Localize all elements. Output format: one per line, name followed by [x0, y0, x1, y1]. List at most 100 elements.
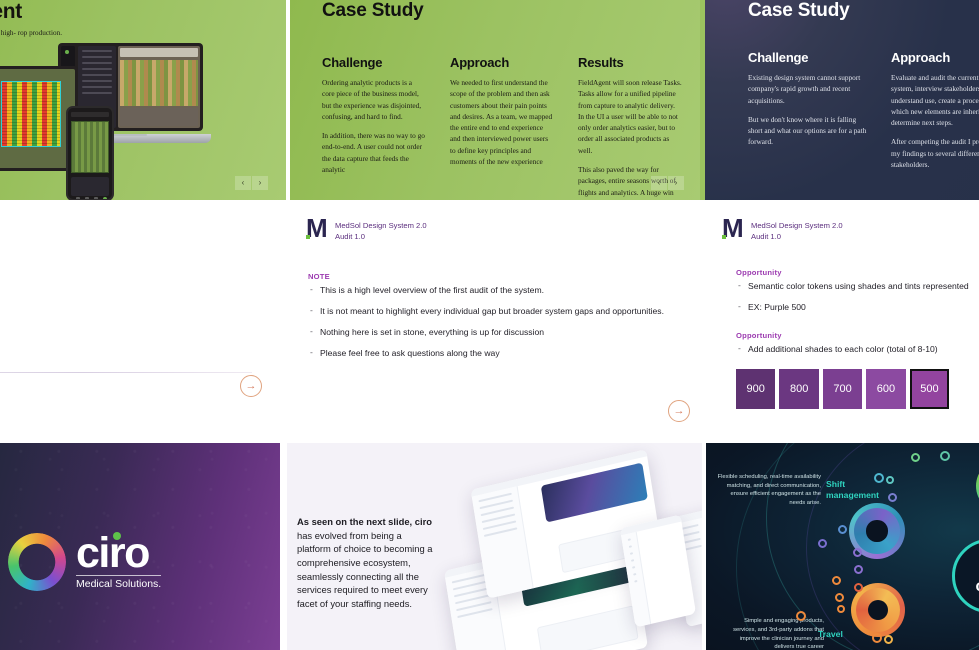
- orbit-bubble: [835, 593, 844, 602]
- orbit-bubble: [853, 548, 862, 557]
- ciro-brand-slide[interactable]: ciro Medical Solutions.: [0, 443, 280, 650]
- case-study-column-approach: Approach We needed to first understand t…: [450, 55, 554, 200]
- column-paragraph: But we don't know where it is falling sh…: [748, 114, 867, 147]
- orbit-bubble: [832, 576, 841, 585]
- carousel-next-button[interactable]: ›: [252, 176, 268, 190]
- carousel-prev-button[interactable]: ‹: [235, 176, 251, 190]
- column-paragraph: FieldAgent will soon release Tasks. Task…: [578, 78, 682, 155]
- color-swatch-row: 900 800 700 600 500 400 300: [736, 369, 979, 410]
- color-swatch[interactable]: 700: [822, 369, 863, 410]
- next-slide-copy: As seen on the next slide, ciro has evol…: [297, 515, 437, 610]
- next-arrow-button[interactable]: →: [668, 400, 690, 422]
- column-heading: Approach: [891, 50, 951, 65]
- list-item: Add additional shades to each color (tot…: [736, 342, 979, 355]
- logo-text: MedSol Design System 2.0 Audit 1.0: [335, 218, 427, 242]
- logo-text: MedSol Design System 2.0 Audit 1.0: [751, 218, 843, 242]
- slide-title: Case Study: [748, 0, 850, 21]
- opportunity-color-slide[interactable]: M MedSol Design System 2.0 Audit 1.0 Opp…: [706, 200, 979, 440]
- color-swatch[interactable]: 600: [866, 369, 906, 410]
- case-study-column-challenge: Challenge Ordering analytic products is …: [322, 55, 426, 200]
- list-item: Nothing here is set in stone, everything…: [308, 325, 678, 338]
- ecosystem-label-travel: Travel: [818, 629, 843, 640]
- opportunity-body: Opportunity Semantic color tokens using …: [736, 268, 979, 410]
- column-heading: Challenge: [748, 50, 809, 65]
- copy-brand: ciro: [414, 516, 432, 527]
- column-heading: Approach: [450, 55, 510, 70]
- divider: [0, 372, 252, 373]
- column-heading: Challenge: [322, 55, 383, 70]
- color-swatch[interactable]: 800: [779, 369, 819, 410]
- design-system-review-slide[interactable]: - Review em 2.0 →: [0, 200, 286, 440]
- design-system-logo: M MedSol Design System 2.0 Audit 1.0: [722, 215, 843, 242]
- orbit-bubble: [854, 565, 863, 574]
- orbit-bubble: [837, 605, 845, 613]
- ecosystem-label-shift: Shift management: [826, 479, 880, 500]
- carousel-nav[interactable]: ‹ ›: [235, 176, 268, 190]
- column-paragraph: Evaluate and audit the current design sy…: [891, 73, 979, 128]
- ciro-logo-lockup: ciro Medical Solutions.: [8, 529, 162, 591]
- column-paragraph: After competing the audit I presented my…: [891, 137, 979, 170]
- orbit-bubble: [888, 493, 897, 502]
- logo-line-2: Audit 1.0: [751, 232, 781, 241]
- carousel-prev-button[interactable]: ‹: [651, 176, 667, 190]
- slide-background: Case Study Challenge Existing design sys…: [700, 0, 979, 200]
- carousel-nav[interactable]: ‹ ›: [651, 176, 684, 190]
- list-item: EX: Purple 500: [736, 300, 979, 313]
- ciro-wordmark: ciro Medical Solutions.: [76, 529, 162, 590]
- color-swatch-selected[interactable]: 500: [909, 369, 950, 410]
- fieldagent-hero-slide[interactable]: Agent al-time with high- rop production.: [0, 0, 286, 200]
- copy-body: has evolved from being a platform of cho…: [297, 529, 433, 609]
- opportunity-label-1: Opportunity: [736, 268, 782, 277]
- column-paragraph: We needed to first understand the scope …: [450, 78, 553, 167]
- ciro-ring-icon: [8, 533, 66, 591]
- orbit-bubble: [854, 583, 863, 592]
- next-arrow-button[interactable]: →: [240, 375, 262, 397]
- column-paragraph: In addition, there was no way to go end-…: [322, 131, 425, 175]
- green-accent-stripe: [700, 0, 705, 200]
- carousel-next-button[interactable]: ›: [668, 176, 684, 190]
- case-study-columns: Challenge Existing design system cannot …: [748, 50, 979, 178]
- hero-title: Agent: [0, 0, 22, 23]
- logo-line-1: MedSol Design System 2.0: [335, 221, 427, 230]
- ciro-badge-word: ciro: [976, 578, 979, 596]
- slide-gallery: Agent al-time with high- rop production.: [0, 0, 979, 650]
- case-study-columns: Challenge Ordering analytic products is …: [322, 55, 682, 200]
- ciro-ecosystem-slide[interactable]: Flexible scheduling, real-time availabil…: [706, 443, 979, 650]
- medsol-m-icon: M: [306, 213, 328, 243]
- logo-line-1: MedSol Design System 2.0: [751, 221, 843, 230]
- note-body: NOTE This is a high level overview of th…: [308, 272, 678, 368]
- slide-background: ciro Medical Solutions.: [0, 443, 280, 650]
- list-item: This is a high level overview of the fir…: [308, 283, 678, 296]
- device-mockup-cluster: [0, 38, 268, 200]
- opportunity-bullet-list-2: Add additional shades to each color (tot…: [736, 342, 979, 355]
- orbit-bubble: [818, 539, 827, 548]
- ciro-word-text: ciro: [76, 529, 150, 578]
- column-paragraph: Ordering analytic products is a core pie…: [322, 78, 422, 121]
- column-paragraph: Existing design system cannot support co…: [748, 73, 861, 105]
- ecosystem-paragraph-bottom: Simple and engaging products, services, …: [733, 618, 824, 650]
- list-item: It is not meant to highlight every indiv…: [308, 304, 678, 317]
- case-study-dark-slide[interactable]: Case Study Challenge Existing design sys…: [700, 0, 979, 200]
- slide-background: Case Study Challenge Ordering analytic p…: [290, 0, 702, 200]
- list-item: Please feel free to ask questions along …: [308, 346, 678, 359]
- phone-mockup: [66, 106, 114, 200]
- slide-background: Flexible scheduling, real-time availabil…: [706, 443, 979, 650]
- next-slide-copy-slide[interactable]: As seen on the next slide, ciro has evol…: [287, 443, 702, 650]
- column-heading: Results: [578, 55, 624, 70]
- orbit-bubble: [874, 473, 884, 483]
- note-slide[interactable]: M MedSol Design System 2.0 Audit 1.0 NOT…: [290, 200, 702, 440]
- case-study-column-approach: Approach Evaluate and audit the current …: [891, 50, 979, 178]
- color-swatch[interactable]: 900: [736, 369, 776, 410]
- list-item: Semantic color tokens using shades and t…: [736, 279, 979, 292]
- device-screens-collage: [437, 449, 702, 650]
- slide-title: Case Study: [322, 0, 424, 21]
- slide-background: Agent al-time with high- rop production.: [0, 0, 286, 200]
- orbit-bubble: [796, 611, 806, 621]
- note-bullet-list: This is a high level overview of the fir…: [308, 283, 678, 359]
- case-study-green-slide[interactable]: Case Study Challenge Ordering analytic p…: [290, 0, 702, 200]
- color-swatch[interactable]: 400: [953, 369, 979, 409]
- orbit-bubble: [838, 525, 847, 534]
- orbit-bubble: [940, 451, 950, 461]
- opportunity-bullet-list-1: Semantic color tokens using shades and t…: [736, 279, 979, 313]
- hero-subtitle: al-time with high- rop production.: [0, 29, 63, 37]
